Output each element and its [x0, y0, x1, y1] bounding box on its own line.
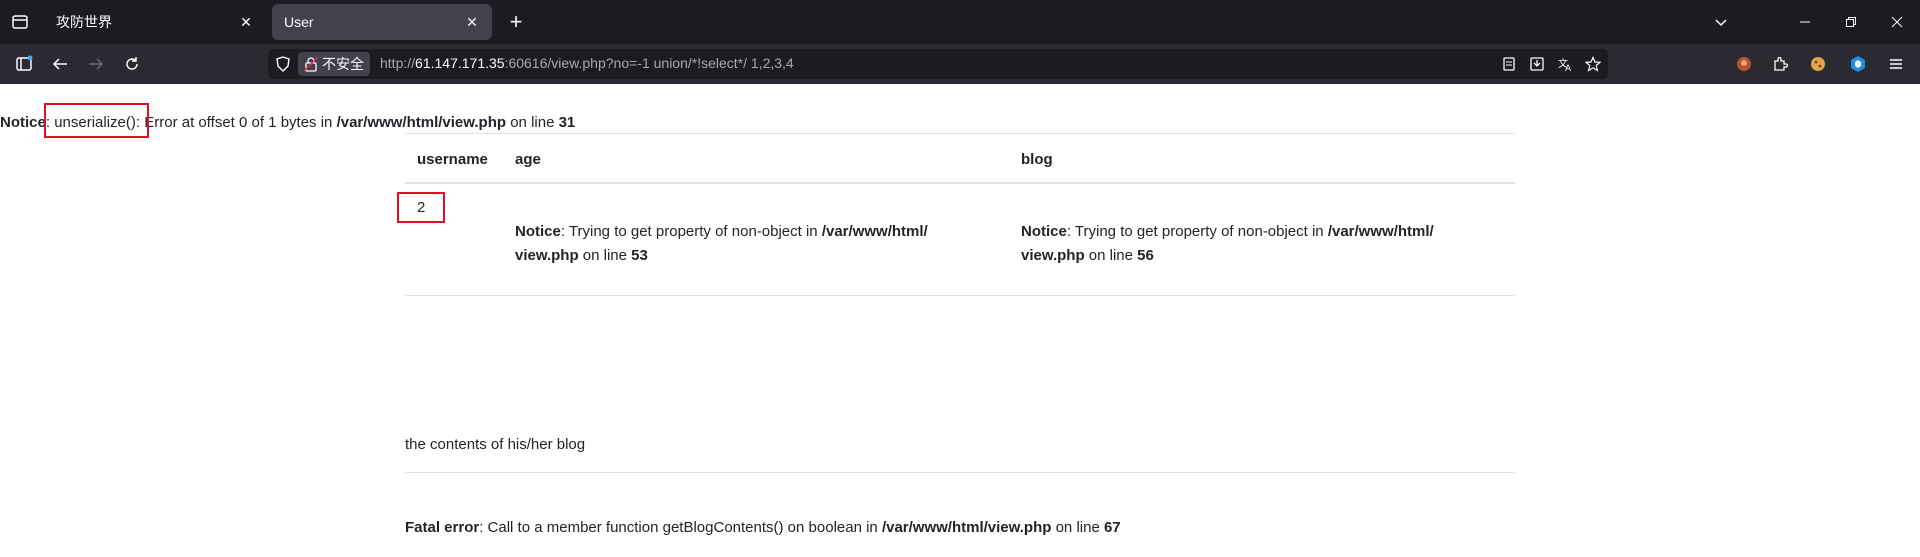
- tab-title: User: [284, 14, 314, 30]
- table-top-border: [405, 133, 1515, 134]
- notice-path: /var/www/html/view.php: [336, 114, 507, 131]
- notice-message: Error at offset 0 of 1 bytes in: [140, 114, 337, 131]
- app-menu-hamburger-icon[interactable]: [1884, 52, 1908, 76]
- header-blog: blog: [1021, 151, 1053, 168]
- notice-path-file: view.php: [515, 247, 579, 264]
- notice-online: on line: [578, 247, 632, 264]
- notice-line: 31: [558, 114, 576, 131]
- save-page-icon[interactable]: [1528, 55, 1546, 73]
- table-bottom-border: [405, 295, 1515, 296]
- not-secure-label: 不安全: [322, 56, 364, 72]
- notice-line: 56: [1137, 247, 1154, 264]
- minimize-icon[interactable]: [1782, 0, 1828, 44]
- fatal-line: 67: [1103, 519, 1121, 536]
- back-arrow-icon[interactable]: [48, 52, 72, 76]
- translate-icon[interactable]: 文A: [1556, 55, 1574, 73]
- extension-avatar-icon[interactable]: [1732, 52, 1756, 76]
- not-secure-indicator[interactable]: 不安全: [298, 52, 370, 76]
- highlight-box-unserialize: [44, 103, 149, 138]
- close-window-icon[interactable]: [1874, 0, 1920, 44]
- sidebar-icon[interactable]: [12, 52, 36, 76]
- notice-online: on line: [1084, 247, 1138, 264]
- notice-online: on line: [506, 114, 559, 131]
- tab-bar: 攻防世界 ✕ User ✕ +: [0, 0, 1920, 44]
- notice-message: : Trying to get property of non-object i…: [560, 223, 822, 240]
- cube-extension-icon[interactable]: [1846, 52, 1870, 76]
- tab-overview-icon[interactable]: [10, 12, 30, 32]
- notice-label: Notice: [0, 114, 46, 131]
- fatal-label: Fatal error: [405, 519, 480, 536]
- header-username: username: [417, 151, 488, 168]
- tab-user[interactable]: User ✕: [272, 4, 492, 40]
- header-age: age: [515, 151, 541, 168]
- close-tab-icon[interactable]: ✕: [238, 14, 254, 30]
- fatal-online: on line: [1051, 519, 1104, 536]
- blog-contents-text: the contents of his/her blog: [405, 436, 586, 453]
- highlight-box-username: [397, 192, 445, 223]
- restore-icon[interactable]: [1828, 0, 1874, 44]
- cell-age-notice: Notice: Trying to get property of non-ob…: [515, 220, 995, 268]
- address-bar[interactable]: 不安全 http://61.147.171.35:60616/view.php?…: [268, 49, 1608, 79]
- url-host: 61.147.171.35: [415, 55, 505, 71]
- tracking-shield-icon[interactable]: [274, 55, 292, 73]
- fatal-error: Fatal error: Call to a member function g…: [405, 516, 1121, 540]
- new-tab-plus-icon[interactable]: +: [504, 10, 528, 34]
- page-content: Notice: unserialize(): Error at offset 0…: [0, 84, 1920, 557]
- cell-blog-notice: Notice: Trying to get property of non-ob…: [1021, 220, 1501, 268]
- notice-path: /var/www/html/: [821, 223, 928, 240]
- cookie-extension-icon[interactable]: [1806, 52, 1830, 76]
- extensions-puzzle-icon[interactable]: [1768, 52, 1792, 76]
- url-path: :60616/view.php?no=-1 union/*!select*/ 1…: [504, 55, 794, 71]
- notice-line: 53: [631, 247, 648, 264]
- reload-icon[interactable]: [120, 52, 144, 76]
- list-all-tabs-chevron-icon[interactable]: [1698, 0, 1744, 44]
- fatal-message: : Call to a member function getBlogConte…: [479, 519, 882, 536]
- svg-text:A: A: [1565, 64, 1572, 72]
- notice-message: : Trying to get property of non-object i…: [1066, 223, 1328, 240]
- fatal-path: /var/www/html/view.php: [881, 519, 1052, 536]
- notice-path: /var/www/html/: [1327, 223, 1434, 240]
- url-scheme: http://: [380, 55, 416, 71]
- notice-path-file: view.php: [1021, 247, 1085, 264]
- notice-label: Notice: [1021, 223, 1067, 240]
- tab-gongfang[interactable]: 攻防世界 ✕: [44, 4, 266, 40]
- tab-title: 攻防世界: [56, 14, 112, 30]
- reader-view-icon[interactable]: [1500, 55, 1518, 73]
- notice-label: Notice: [515, 223, 561, 240]
- url-text[interactable]: http://61.147.171.35:60616/view.php?no=-…: [380, 55, 794, 71]
- navigation-toolbar: 不安全 http://61.147.171.35:60616/view.php?…: [0, 44, 1920, 84]
- insecure-lock-icon: [304, 56, 318, 72]
- close-tab-icon[interactable]: ✕: [464, 14, 480, 30]
- forward-arrow-icon[interactable]: [84, 52, 108, 76]
- bookmark-star-icon[interactable]: [1584, 55, 1602, 73]
- blog-divider: [405, 472, 1515, 473]
- table-header-border: [405, 182, 1515, 184]
